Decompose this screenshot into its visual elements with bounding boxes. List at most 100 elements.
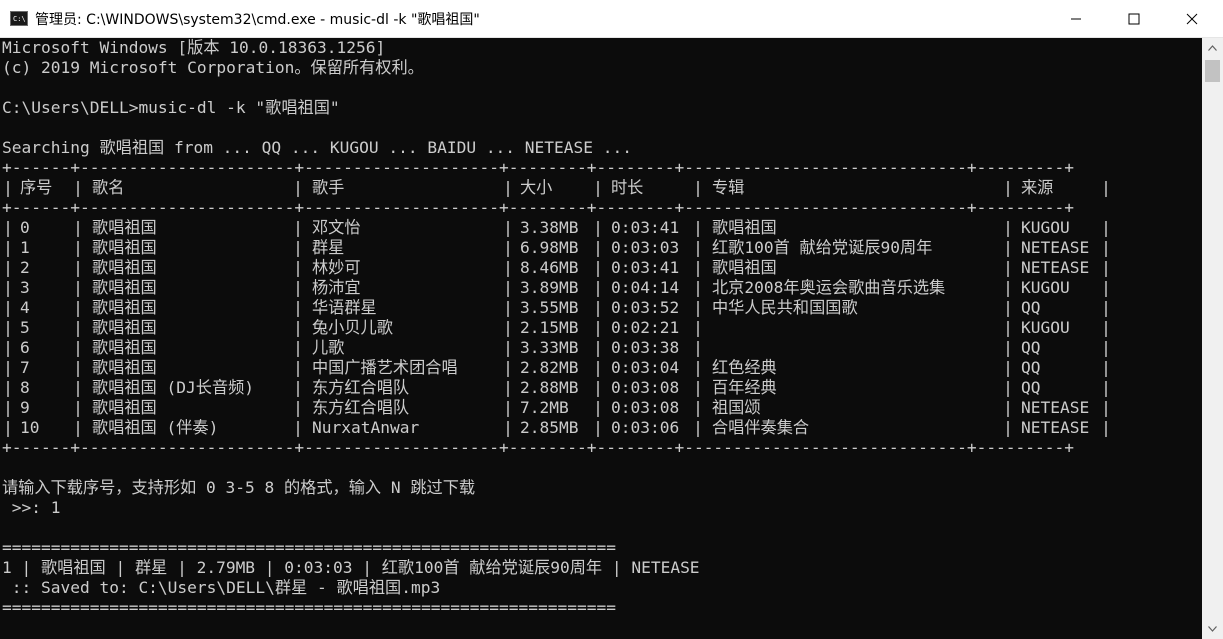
table-column-divider: | bbox=[693, 298, 703, 317]
table-column-divider: | bbox=[293, 298, 303, 317]
table-column-divider: | bbox=[293, 218, 303, 237]
table-column-divider: | bbox=[1101, 338, 1111, 357]
table-row-cell: 2.82MB bbox=[520, 358, 579, 377]
table-row-cell: 歌唱祖国 bbox=[92, 358, 157, 377]
table-row-cell: 歌唱祖国 (DJ长音频) bbox=[92, 378, 255, 397]
table-row-cell: 10 bbox=[20, 418, 40, 437]
table-row-cell: 4 bbox=[20, 298, 30, 317]
table-row-cell: 0:03:08 bbox=[611, 378, 680, 397]
table-column-divider: | bbox=[1003, 398, 1013, 417]
cmd-app-icon[interactable]: C:\ bbox=[10, 11, 28, 26]
chevron-down-icon bbox=[1208, 626, 1217, 632]
table-border-line: +------+----------------------+---------… bbox=[2, 438, 1075, 457]
table-row-cell: 6 bbox=[20, 338, 30, 357]
table-row-cell: 7 bbox=[20, 358, 30, 377]
table-column-divider: | bbox=[73, 398, 83, 417]
table-column-divider: | bbox=[73, 318, 83, 337]
table-column-divider: | bbox=[293, 178, 303, 197]
table-row-cell: 8.46MB bbox=[520, 258, 579, 277]
console-line: Microsoft Windows [版本 10.0.18363.1256] bbox=[2, 38, 386, 57]
scroll-down-button[interactable] bbox=[1202, 619, 1223, 639]
table-column-divider: | bbox=[693, 318, 703, 337]
table-column-divider: | bbox=[73, 218, 83, 237]
table-row-cell: 杨沛宜 bbox=[312, 278, 361, 297]
maximize-icon bbox=[1128, 13, 1140, 25]
table-column-divider: | bbox=[1003, 238, 1013, 257]
table-column-divider: | bbox=[593, 418, 603, 437]
maximize-button[interactable] bbox=[1105, 0, 1163, 38]
table-column-divider: | bbox=[503, 278, 513, 297]
table-column-divider: | bbox=[1101, 218, 1111, 237]
table-column-divider: | bbox=[503, 298, 513, 317]
table-row-cell: 5 bbox=[20, 318, 30, 337]
table-header-cell: 序号 bbox=[20, 178, 53, 197]
table-column-divider: | bbox=[293, 418, 303, 437]
table-row-cell: 3.33MB bbox=[520, 338, 579, 357]
table-column-divider: | bbox=[593, 178, 603, 197]
table-row-cell: 3.38MB bbox=[520, 218, 579, 237]
table-column-divider: | bbox=[3, 358, 13, 377]
table-column-divider: | bbox=[1101, 358, 1111, 377]
table-column-divider: | bbox=[293, 318, 303, 337]
table-column-divider: | bbox=[503, 338, 513, 357]
console-line: (c) 2019 Microsoft Corporation。保留所有权利。 bbox=[2, 58, 424, 77]
table-row-cell: 歌唱祖国 bbox=[92, 298, 157, 317]
table-column-divider: | bbox=[503, 258, 513, 277]
table-column-divider: | bbox=[503, 398, 513, 417]
title-bar[interactable]: C:\ 管理员: C:\WINDOWS\system32\cmd.exe - m… bbox=[0, 0, 1223, 38]
scroll-thumb[interactable] bbox=[1205, 60, 1220, 82]
table-column-divider: | bbox=[503, 358, 513, 377]
table-column-divider: | bbox=[293, 258, 303, 277]
table-row-cell: 歌唱祖国 (伴奏) bbox=[92, 418, 219, 437]
console-output[interactable]: Microsoft Windows [版本 10.0.18363.1256] (… bbox=[0, 38, 1202, 639]
table-column-divider: | bbox=[1003, 358, 1013, 377]
table-column-divider: | bbox=[693, 258, 703, 277]
table-header-cell: 歌手 bbox=[312, 178, 345, 197]
separator-bottom: ========================================… bbox=[2, 598, 616, 617]
table-row-cell: 3.89MB bbox=[520, 278, 579, 297]
table-row-cell: 祖国颂 bbox=[712, 398, 761, 417]
minimize-button[interactable] bbox=[1047, 0, 1105, 38]
table-border-line: +------+----------------------+---------… bbox=[2, 158, 1075, 177]
table-row-cell: 歌唱祖国 bbox=[712, 258, 777, 277]
table-column-divider: | bbox=[593, 358, 603, 377]
table-column-divider: | bbox=[1003, 278, 1013, 297]
table-row-cell: NurxatAnwar bbox=[312, 418, 420, 437]
table-column-divider: | bbox=[693, 378, 703, 397]
close-button[interactable] bbox=[1163, 0, 1221, 38]
download-prompt: 请输入下载序号，支持形如 0 3-5 8 的格式，输入 N 跳过下载 bbox=[2, 478, 476, 497]
table-column-divider: | bbox=[593, 398, 603, 417]
table-column-divider: | bbox=[593, 278, 603, 297]
table-row-cell: 歌唱祖国 bbox=[92, 238, 157, 257]
table-column-divider: | bbox=[693, 358, 703, 377]
table-column-divider: | bbox=[693, 338, 703, 357]
console-line: C:\Users\DELL>music-dl -k "歌唱祖国" bbox=[2, 98, 340, 117]
table-row-cell: 2.88MB bbox=[520, 378, 579, 397]
table-row-cell: 儿歌 bbox=[312, 338, 345, 357]
table-column-divider: | bbox=[73, 258, 83, 277]
table-row-cell: 歌唱祖国 bbox=[712, 218, 777, 237]
table-column-divider: | bbox=[593, 318, 603, 337]
table-column-divider: | bbox=[1101, 178, 1111, 197]
table-column-divider: | bbox=[693, 238, 703, 257]
vertical-scrollbar[interactable] bbox=[1202, 38, 1223, 639]
table-column-divider: | bbox=[73, 278, 83, 297]
table-row-cell: NETEASE bbox=[1021, 258, 1090, 277]
table-column-divider: | bbox=[73, 418, 83, 437]
scroll-up-button[interactable] bbox=[1202, 38, 1223, 58]
table-column-divider: | bbox=[1003, 178, 1013, 197]
table-row-cell: 红歌100首 献给党诞辰90周年 bbox=[712, 238, 933, 257]
table-column-divider: | bbox=[293, 278, 303, 297]
table-row-cell: KUGOU bbox=[1021, 218, 1070, 237]
table-column-divider: | bbox=[693, 278, 703, 297]
result-line: 1 | 歌唱祖国 | 群星 | 2.79MB | 0:03:03 | 红歌100… bbox=[2, 558, 700, 577]
table-row-cell: QQ bbox=[1021, 358, 1041, 377]
table-header-cell: 大小 bbox=[520, 178, 553, 197]
table-row-cell: 群星 bbox=[312, 238, 345, 257]
input-line[interactable]: >>: 1 bbox=[2, 498, 61, 518]
table-row-cell: 歌唱祖国 bbox=[92, 338, 157, 357]
table-row-cell: 林妙可 bbox=[312, 258, 361, 277]
table-column-divider: | bbox=[1101, 318, 1111, 337]
table-row-cell: 2 bbox=[20, 258, 30, 277]
table-column-divider: | bbox=[293, 338, 303, 357]
